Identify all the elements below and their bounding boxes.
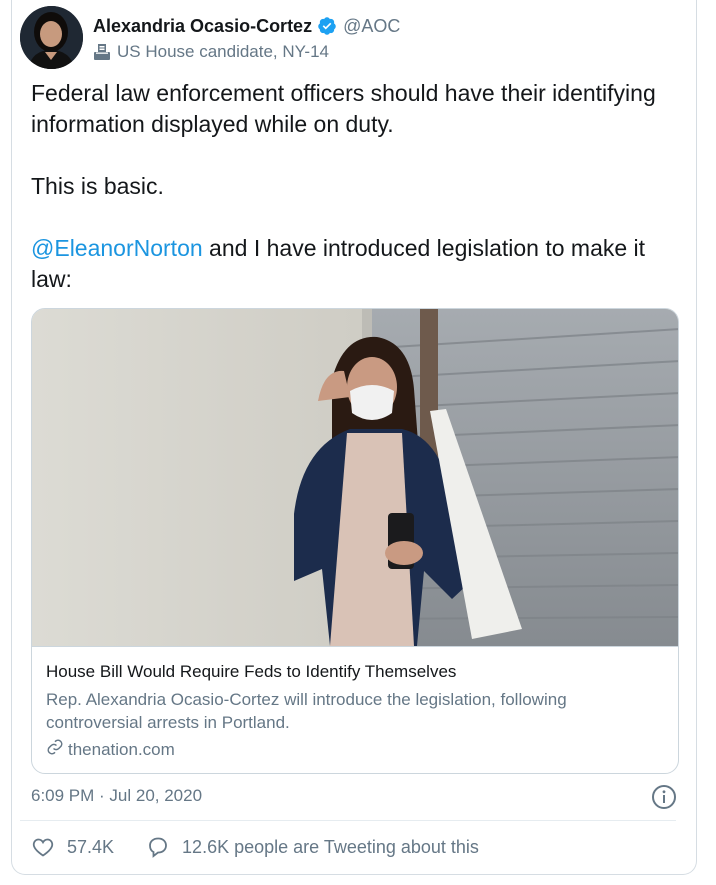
info-icon[interactable] bbox=[651, 784, 677, 810]
heart-icon bbox=[32, 838, 54, 857]
tweet-text: Federal law enforcement officers should … bbox=[31, 78, 681, 295]
like-count: 57.4K bbox=[67, 836, 115, 857]
avatar[interactable] bbox=[20, 6, 83, 69]
ballot-box-icon bbox=[93, 43, 111, 61]
tweeting-about-text: 12.6K people are Tweeting about this bbox=[182, 836, 479, 857]
card-image bbox=[32, 309, 678, 646]
card-domain-text: thenation.com bbox=[68, 739, 175, 759]
author-display-name[interactable]: Alexandria Ocasio-Cortez bbox=[93, 16, 312, 37]
verified-badge-icon bbox=[317, 16, 337, 36]
tweet-timestamp[interactable]: 6:09 PM · Jul 20, 2020 bbox=[31, 786, 202, 806]
tweet-header: Alexandria Ocasio-Cortez @AOC US House c… bbox=[20, 6, 400, 70]
divider bbox=[20, 820, 676, 821]
link-preview-card[interactable]: House Bill Would Require Feds to Identif… bbox=[31, 308, 679, 774]
mention-link[interactable]: @EleanorNorton bbox=[31, 235, 203, 261]
tweet-actions: 57.4K 12.6K people are Tweeting about th… bbox=[31, 833, 479, 861]
card-body: House Bill Would Require Feds to Identif… bbox=[32, 646, 678, 761]
tweeting-about-button[interactable]: 12.6K people are Tweeting about this bbox=[146, 835, 479, 859]
account-label: US House candidate, NY-14 bbox=[117, 42, 330, 61]
tweet-text-line1: Federal law enforcement officers should … bbox=[31, 80, 663, 137]
link-icon bbox=[46, 738, 68, 761]
card-description: Rep. Alexandria Ocasio-Cortez will intro… bbox=[46, 690, 567, 732]
card-domain: thenation.com bbox=[46, 738, 664, 761]
author-info: Alexandria Ocasio-Cortez @AOC US House c… bbox=[93, 14, 400, 70]
author-handle[interactable]: @AOC bbox=[343, 16, 400, 37]
like-button[interactable]: 57.4K bbox=[31, 835, 114, 859]
tweet-text-line2: This is basic. bbox=[31, 173, 164, 199]
speech-bubble-icon bbox=[149, 837, 167, 858]
card-title: House Bill Would Require Feds to Identif… bbox=[46, 662, 457, 681]
